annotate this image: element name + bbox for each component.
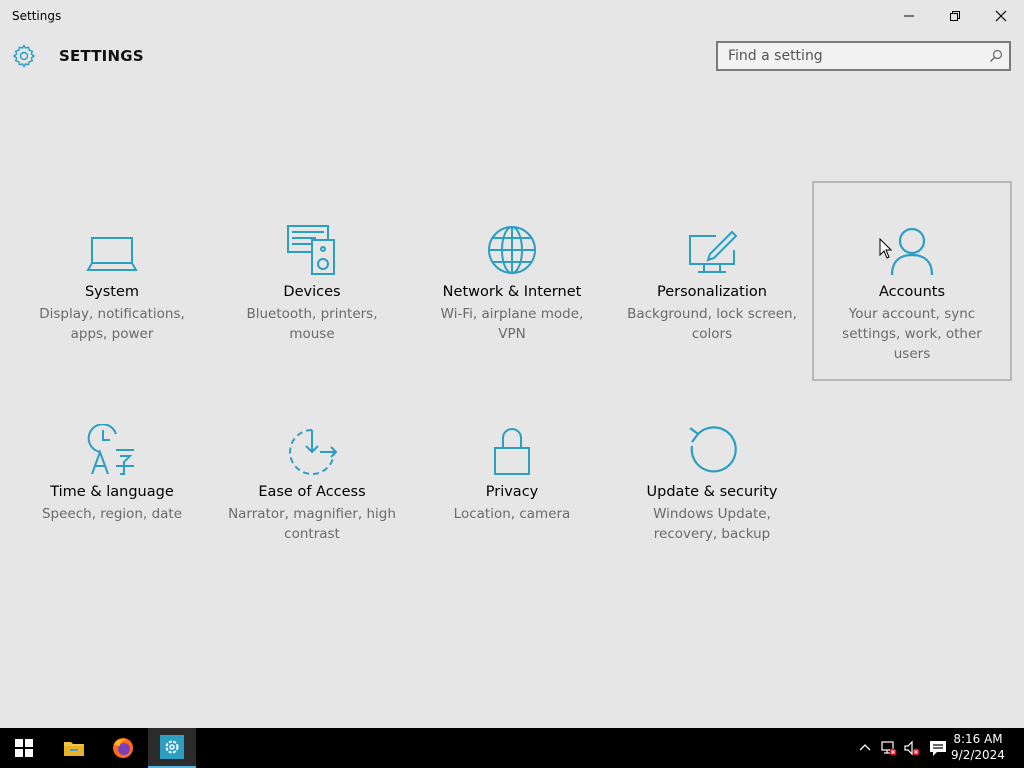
refresh-icon [689, 426, 737, 473]
firefox-icon [113, 738, 133, 758]
tile-time-language[interactable]: Time & language Speech, region, date [13, 382, 211, 580]
window-title: Settings [12, 9, 62, 23]
tile-description: Speech, region, date [41, 506, 183, 522]
globe-icon [488, 226, 536, 274]
tile-network-internet[interactable]: Network & Internet Wi-Fi, airplane mode,… [413, 182, 611, 380]
tile-ease-of-access[interactable]: Ease of Access Narrator, magnifier, high… [213, 382, 411, 580]
volume-muted-icon[interactable] [904, 740, 920, 756]
tile-label: Devices [283, 284, 341, 300]
close-button[interactable] [978, 0, 1024, 32]
tile-label: Ease of Access [258, 484, 366, 500]
settings-gear-icon [160, 735, 184, 759]
tile-description: Background, lock screen, colors [627, 306, 797, 342]
tile-description: Your account, sync settings, work, other… [842, 306, 982, 362]
lock-icon [494, 428, 530, 475]
tile-description: Wi-Fi, airplane mode, VPN [440, 306, 584, 342]
tile-description: Location, camera [453, 506, 571, 522]
title-bar: Settings [0, 0, 1024, 32]
devices-icon [287, 225, 335, 275]
taskbar-file-explorer[interactable] [50, 728, 98, 768]
gear-icon [12, 44, 36, 68]
tile-description: Display, notifications, apps, power [39, 306, 185, 342]
personalization-brush-icon [689, 230, 738, 273]
minimize-icon [904, 15, 914, 17]
tile-label: Network & Internet [442, 284, 582, 300]
tile-description: Windows Update, recovery, backup [653, 506, 771, 542]
tile-label: System [84, 284, 140, 300]
restore-button[interactable] [932, 0, 978, 32]
network-disconnected-icon[interactable] [881, 740, 897, 756]
action-center-icon[interactable] [929, 739, 947, 757]
tile-description: Narrator, magnifier, high contrast [228, 506, 396, 542]
tile-label: Time & language [50, 484, 174, 500]
person-icon [890, 227, 934, 276]
minimize-button[interactable] [886, 0, 932, 32]
tile-devices[interactable]: Devices Bluetooth, printers, mouse [213, 182, 411, 380]
tile-update-security[interactable]: Update & security Windows Update, recove… [613, 382, 811, 580]
taskbar-settings[interactable] [148, 728, 196, 768]
tile-description: Bluetooth, printers, mouse [246, 306, 378, 342]
tile-personalization[interactable]: Personalization Background, lock screen,… [613, 182, 811, 380]
tile-label: Accounts [878, 284, 946, 300]
chevron-up-icon[interactable] [857, 740, 873, 756]
taskbar-clock[interactable]: 8:16 AM 9/2/2024 [948, 731, 1008, 763]
tile-accounts[interactable]: Accounts Your account, sync settings, wo… [812, 181, 1012, 381]
taskbar: 8:16 AM 9/2/2024 [0, 728, 1024, 768]
search-icon[interactable] [989, 49, 1003, 63]
start-button[interactable] [0, 728, 48, 768]
close-icon [995, 10, 1007, 22]
clock-time: 8:16 AM [953, 732, 1003, 746]
tile-privacy[interactable]: Privacy Location, camera [413, 382, 611, 580]
tile-system[interactable]: System Display, notifications, apps, pow… [13, 182, 211, 380]
clock-date: 9/2/2024 [951, 748, 1005, 762]
ease-of-access-icon [289, 429, 338, 475]
tile-label: Personalization [657, 284, 767, 300]
tile-label: Privacy [485, 484, 539, 500]
laptop-icon [86, 237, 138, 271]
taskbar-firefox[interactable] [99, 728, 147, 768]
page-title: SETTINGS [59, 47, 144, 65]
tile-label: Update & security [646, 484, 778, 500]
search-box[interactable] [716, 41, 1011, 71]
search-input[interactable] [718, 43, 978, 69]
windows-logo-icon [15, 739, 33, 757]
mouse-cursor-icon [879, 238, 893, 259]
folder-icon [64, 742, 84, 756]
time-language-icon [87, 424, 134, 475]
restore-icon [950, 11, 960, 21]
